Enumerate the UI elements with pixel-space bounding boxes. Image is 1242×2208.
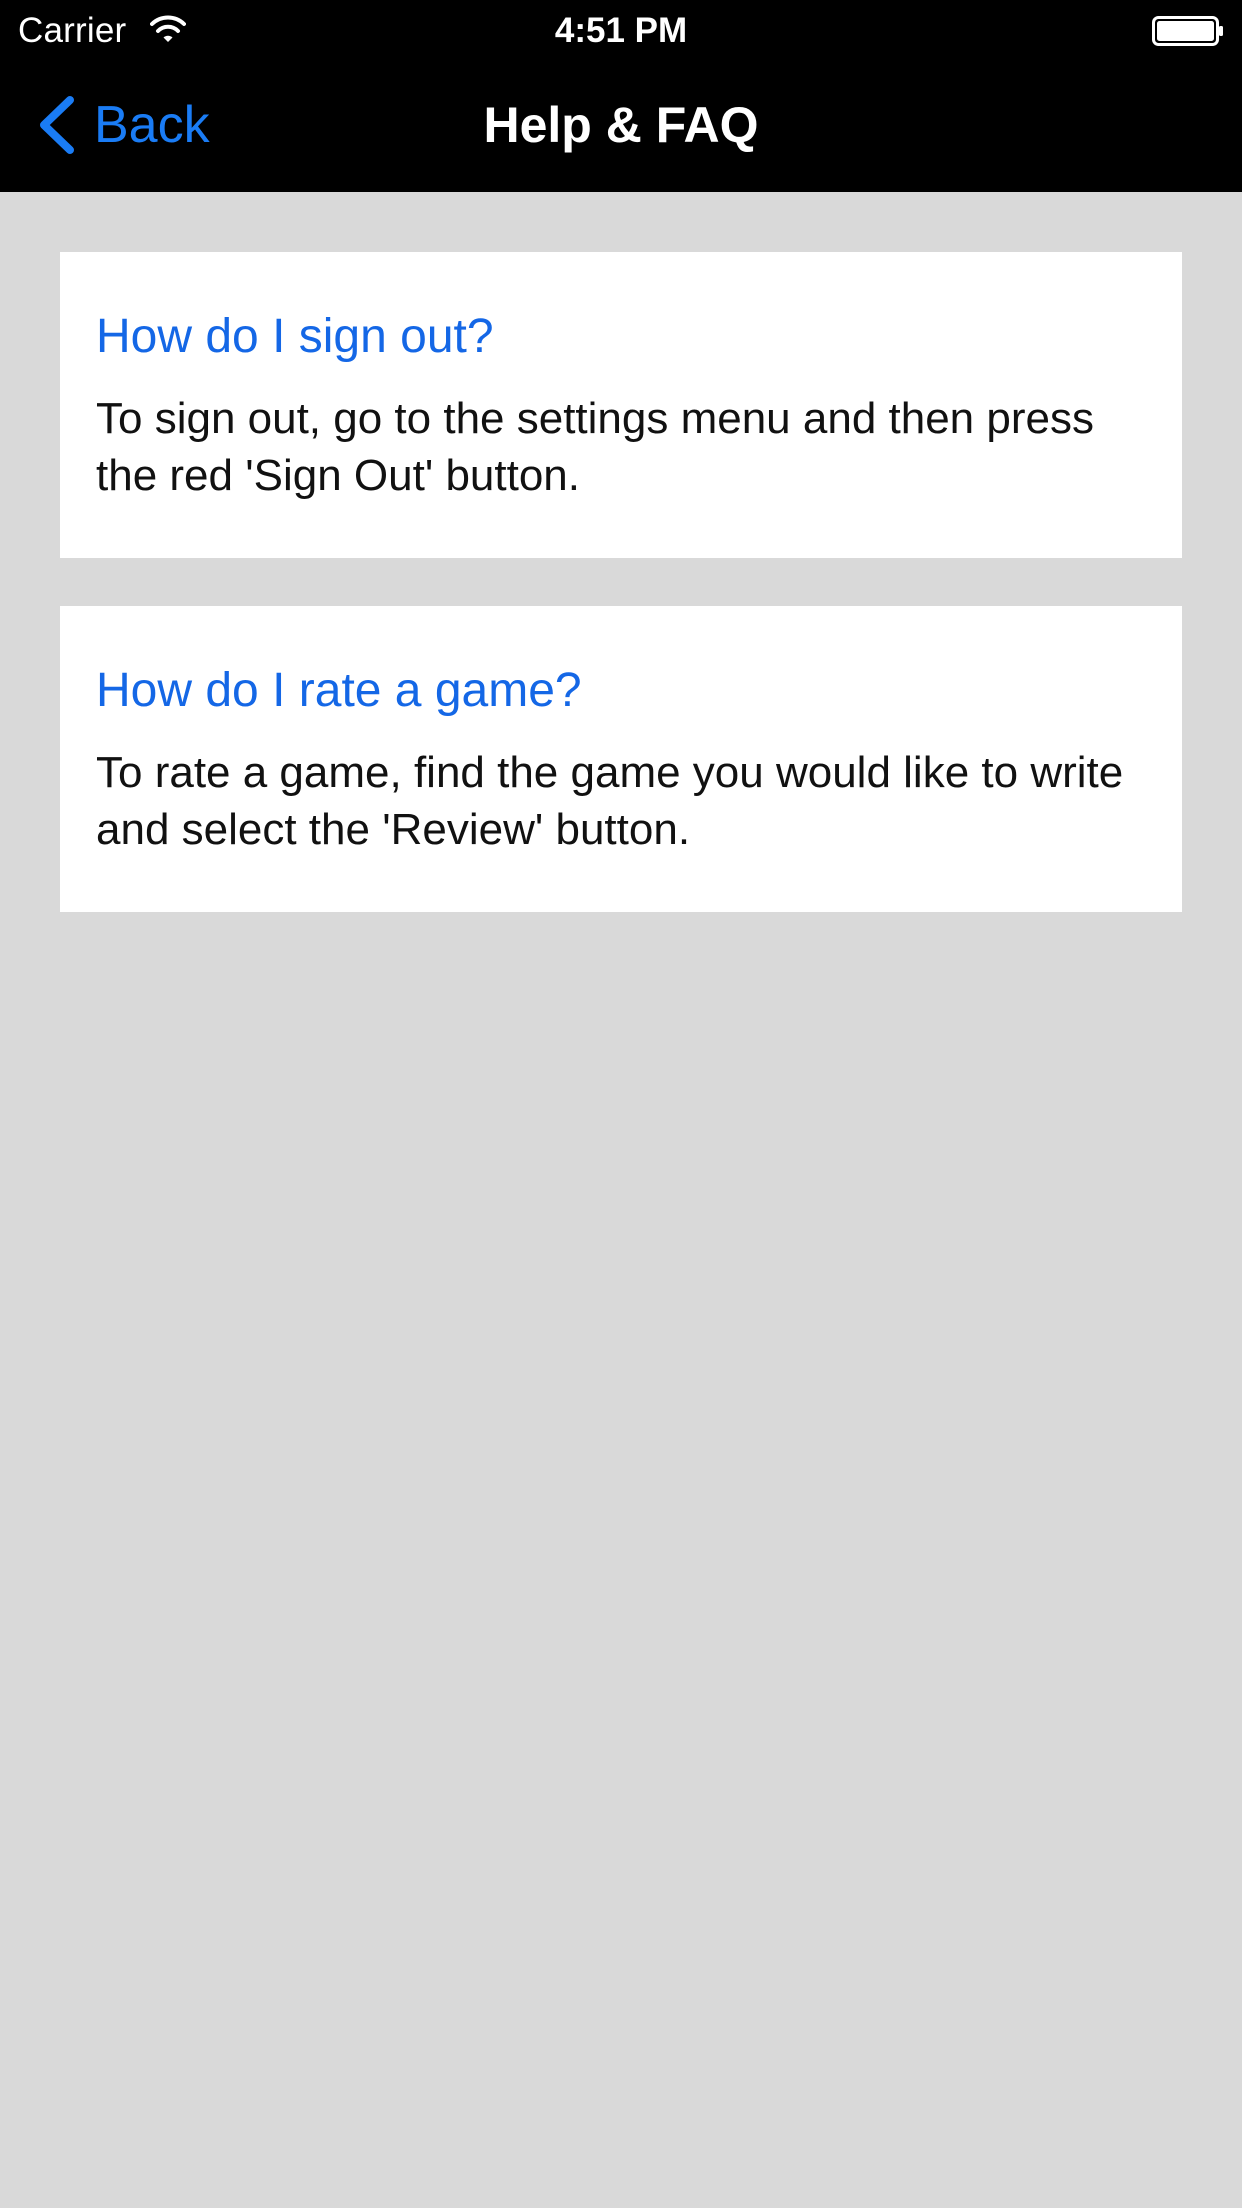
faq-question: How do I rate a game? bbox=[96, 664, 582, 717]
faq-question: How do I sign out? bbox=[96, 310, 494, 363]
page-title: Help & FAQ bbox=[483, 97, 759, 153]
faq-answer: To sign out, go to the settings menu and… bbox=[96, 394, 1094, 500]
faq-card-sign-out: How do I sign out? To sign out, go to th… bbox=[60, 252, 1182, 558]
battery-icon bbox=[1152, 16, 1223, 46]
faq-list: How do I sign out? To sign out, go to th… bbox=[60, 252, 1182, 960]
status-bar: Carrier 4:51 PM bbox=[0, 0, 1242, 60]
top-bar: Carrier 4:51 PM Back Help & FAQ bbox=[0, 0, 1242, 192]
status-time: 4:51 PM bbox=[554, 11, 688, 50]
navigation-bar: Back Help & FAQ bbox=[0, 60, 1242, 192]
faq-answer: To rate a game, find the game you would … bbox=[96, 748, 1124, 854]
faq-card-rate-game: How do I rate a game? To rate a game, fi… bbox=[60, 606, 1182, 912]
